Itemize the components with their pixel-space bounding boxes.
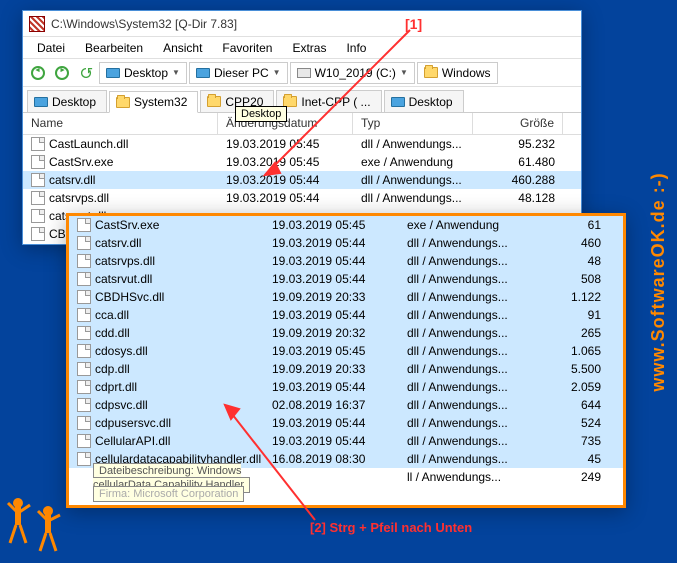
file-row[interactable]: catsrvut.dll19.03.2019 05:44dll / Anwend… xyxy=(69,270,623,288)
file-icon xyxy=(31,209,45,223)
menu-datei[interactable]: Datei xyxy=(27,39,75,57)
file-row[interactable]: catsrvps.dll19.03.2019 05:44dll / Anwend… xyxy=(69,252,623,270)
file-icon xyxy=(31,191,45,205)
file-icon xyxy=(31,137,45,151)
file-icon xyxy=(77,344,91,358)
file-row[interactable]: cdd.dll19.09.2019 20:32dll / Anwendungs.… xyxy=(69,324,623,342)
chevron-down-icon: ▼ xyxy=(172,68,180,77)
file-row[interactable]: CBDHSvc.dll19.09.2019 20:33dll / Anwendu… xyxy=(69,288,623,306)
file-icon xyxy=(31,227,45,241)
secondary-file-list[interactable]: CastSrv.exe19.03.2019 05:45exe / Anwendu… xyxy=(69,216,623,468)
desktop-tooltip: Desktop xyxy=(235,106,287,122)
watermark-text: www.SoftwareOK.de :-) xyxy=(648,172,669,391)
arrow-2 xyxy=(215,395,325,525)
file-row[interactable]: CastSrv.exe19.03.2019 05:45exe / Anwendu… xyxy=(69,216,623,234)
file-icon xyxy=(77,290,91,304)
app-icon xyxy=(29,16,45,32)
file-row[interactable]: cdosys.dll19.03.2019 05:45dll / Anwendun… xyxy=(69,342,623,360)
tab-desktop[interactable]: Desktop xyxy=(27,90,107,112)
window-title: C:\Windows\System32 [Q-Dir 7.83] xyxy=(51,17,237,31)
file-row[interactable]: cdpusersvc.dll19.03.2019 05:44dll / Anwe… xyxy=(69,414,623,432)
dancers-decoration xyxy=(0,483,70,563)
arrow-1 xyxy=(250,25,420,185)
file-row[interactable]: cdpsvc.dll02.08.2019 16:37dll / Anwendun… xyxy=(69,396,623,414)
folder-icon xyxy=(116,97,130,108)
tail-type: ll / Anwendungs... xyxy=(399,470,519,484)
file-icon xyxy=(77,326,91,340)
file-icon xyxy=(77,434,91,448)
file-row[interactable]: CellularAPI.dll19.03.2019 05:44dll / Anw… xyxy=(69,432,623,450)
file-icon xyxy=(77,380,91,394)
refresh-button[interactable] xyxy=(75,62,97,84)
secondary-window: CastSrv.exe19.03.2019 05:45exe / Anwendu… xyxy=(66,213,626,508)
file-icon xyxy=(77,452,91,466)
file-icon xyxy=(31,155,45,169)
annotation-2: [2] Strg + Pfeil nach Unten xyxy=(310,520,472,535)
folder-icon xyxy=(424,67,438,78)
file-icon xyxy=(77,272,91,286)
file-icon xyxy=(77,308,91,322)
file-row[interactable]: cdprt.dll19.03.2019 05:44dll / Anwendung… xyxy=(69,378,623,396)
pc-icon xyxy=(196,68,210,78)
menu-bearbeiten[interactable]: Bearbeiten xyxy=(75,39,153,57)
menu-ansicht[interactable]: Ansicht xyxy=(153,39,212,57)
col-header-name[interactable]: Name xyxy=(23,113,218,134)
file-icon xyxy=(77,236,91,250)
file-icon xyxy=(77,398,91,412)
windows-folder-dropdown[interactable]: Windows xyxy=(417,62,498,84)
file-row[interactable]: catsrvps.dll19.03.2019 05:44dll / Anwend… xyxy=(23,189,581,207)
tail-size: 249 xyxy=(519,470,609,484)
nav-back-button[interactable] xyxy=(27,62,49,84)
monitor-icon xyxy=(106,68,120,78)
file-icon xyxy=(31,173,45,187)
tab-system32[interactable]: System32 xyxy=(109,91,198,113)
col-header-size[interactable]: Größe xyxy=(473,113,563,134)
monitor-icon xyxy=(34,97,48,107)
file-row[interactable]: catsrv.dll19.03.2019 05:44dll / Anwendun… xyxy=(69,234,623,252)
desktop-dropdown[interactable]: Desktop▼ xyxy=(99,62,187,84)
file-icon xyxy=(77,254,91,268)
nav-forward-button[interactable] xyxy=(51,62,73,84)
file-icon xyxy=(77,416,91,430)
folder-icon xyxy=(207,96,221,107)
file-row[interactable]: cca.dll19.03.2019 05:44dll / Anwendungs.… xyxy=(69,306,623,324)
file-row[interactable]: cdp.dll19.09.2019 20:33dll / Anwendungs.… xyxy=(69,360,623,378)
file-icon xyxy=(77,218,91,232)
file-icon xyxy=(77,362,91,376)
